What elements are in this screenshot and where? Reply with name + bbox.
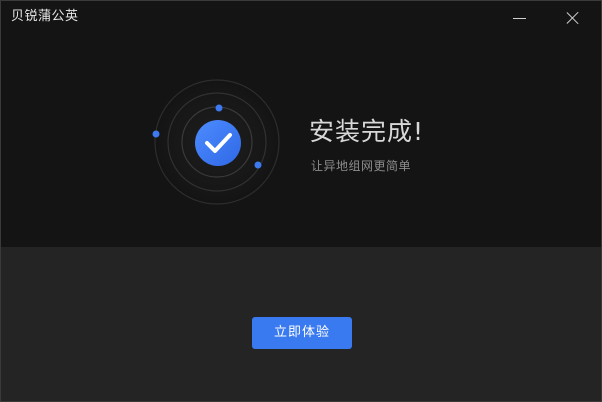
close-button[interactable] — [559, 5, 587, 31]
orbit-dot-left — [152, 130, 160, 138]
success-emblem — [152, 79, 280, 205]
status-title: 安装完成! — [309, 117, 425, 146]
installer-window: 贝锐蒲公英 安装完成! 让异地组网更简单 立即体验 — [0, 0, 602, 402]
minimize-button[interactable] — [505, 5, 533, 31]
check-circle-icon — [195, 120, 241, 166]
close-icon — [566, 11, 580, 25]
orbit-dot-top — [215, 104, 223, 112]
title-bar: 贝锐蒲公英 — [1, 1, 601, 35]
orbit-dot-right — [254, 161, 262, 169]
minimize-icon — [512, 17, 526, 19]
status-subtitle: 让异地组网更简单 — [311, 159, 412, 173]
start-experience-button[interactable]: 立即体验 — [252, 317, 352, 349]
top-panel: 贝锐蒲公英 安装完成! 让异地组网更简单 — [1, 1, 601, 247]
app-title: 贝锐蒲公英 — [11, 9, 79, 24]
